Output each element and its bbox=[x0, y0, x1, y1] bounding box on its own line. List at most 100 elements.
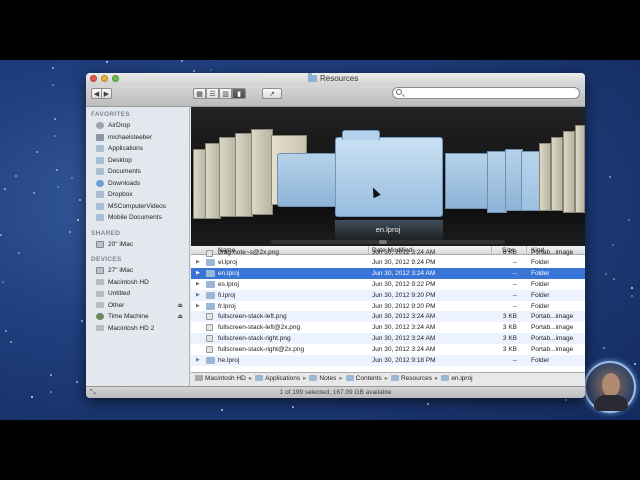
path-segment[interactable]: Resources bbox=[390, 374, 433, 382]
star-decoration bbox=[613, 278, 615, 280]
star-decoration bbox=[106, 61, 108, 63]
sidebar-item[interactable]: 20" iMac bbox=[86, 239, 189, 251]
eject-icon[interactable]: ⏏ bbox=[177, 302, 183, 309]
folder-icon bbox=[96, 202, 104, 210]
folder-icon bbox=[96, 214, 104, 222]
file-date: Jun 30, 2012 3:24 AM bbox=[372, 313, 436, 321]
column-view-button[interactable]: ▥ bbox=[219, 88, 232, 99]
file-size: 3 KB bbox=[502, 313, 517, 321]
path-separator-icon: ▸ bbox=[303, 375, 307, 382]
sidebar-item[interactable]: Untitled bbox=[86, 288, 189, 300]
disclosure-triangle-icon[interactable]: ▶ bbox=[196, 357, 200, 363]
table-row[interactable]: fullscreen-stack-right@2x.png Jun 30, 201… bbox=[191, 344, 585, 355]
path-segment[interactable]: Macintosh HD bbox=[195, 375, 246, 382]
path-segment-label: Resources bbox=[400, 374, 433, 382]
sidebar-item[interactable]: Macintosh HD 2 bbox=[86, 323, 189, 335]
minimize-window-button[interactable] bbox=[101, 75, 108, 82]
sidebar-item[interactable]: Applications bbox=[86, 143, 189, 155]
table-row[interactable]: ▶ fi.lproj Jun 30, 2012 9:20 PM -- Folder bbox=[191, 289, 585, 301]
star-decoration bbox=[210, 69, 212, 71]
folder-icon bbox=[308, 73, 317, 82]
star-decoration bbox=[603, 347, 605, 349]
zoom-window-button[interactable] bbox=[112, 75, 119, 82]
sidebar-item[interactable]: Documents bbox=[86, 166, 189, 178]
table-row[interactable]: ▶ he.lproj Jun 30, 2012 9:18 PM -- Folder bbox=[191, 355, 585, 366]
sidebar-item[interactable]: Other ⏏ bbox=[86, 300, 189, 312]
sidebar-item-label: Time Machine bbox=[108, 313, 149, 321]
file-kind: Folder bbox=[531, 357, 550, 365]
presenter-avatar bbox=[584, 361, 636, 413]
table-row[interactable]: ▶ el.lproj Jun 30, 2012 9:24 PM -- Folder bbox=[191, 257, 585, 268]
icon-view-button[interactable]: ▦ bbox=[193, 88, 206, 99]
path-segment[interactable]: Notes bbox=[309, 375, 336, 382]
image-file-icon bbox=[206, 250, 213, 257]
folder-icon bbox=[255, 375, 264, 381]
star-decoration bbox=[52, 67, 54, 69]
folder-icon bbox=[206, 269, 215, 277]
eject-icon[interactable]: ⏏ bbox=[177, 313, 183, 320]
disclosure-triangle-icon[interactable]: ▶ bbox=[196, 292, 200, 298]
list-view-button[interactable]: ☰ bbox=[206, 88, 219, 99]
file-date: Jun 30, 2012 9:24 PM bbox=[372, 259, 436, 266]
sidebar-item[interactable]: Dropbox bbox=[86, 189, 189, 201]
disclosure-triangle-icon[interactable]: ▶ bbox=[196, 281, 200, 287]
table-row[interactable]: fullscreen-stack-left.png Jun 30, 2012 3:… bbox=[191, 311, 585, 323]
file-name: fr.lproj bbox=[218, 302, 236, 310]
file-list: Name Date Modified Size Kind drag-note~s… bbox=[191, 246, 585, 372]
cover-flow-area[interactable]: en.lproj bbox=[191, 107, 585, 246]
file-date: Jun 30, 2012 9:22 PM bbox=[372, 280, 436, 288]
sidebar-item[interactable]: AirDrop bbox=[86, 120, 189, 132]
sidebar-item[interactable]: Macintosh HD bbox=[86, 277, 189, 289]
path-segment[interactable]: en.lproj bbox=[441, 374, 473, 382]
search-input[interactable] bbox=[392, 87, 580, 99]
disclosure-triangle-icon[interactable]: ▶ bbox=[196, 303, 200, 309]
cover-flow-scrollbar[interactable] bbox=[271, 240, 505, 244]
star-decoration bbox=[4, 188, 6, 190]
file-kind: Portab...image bbox=[531, 335, 574, 343]
table-row[interactable]: fullscreen-stack-left@2x.png Jun 30, 2012… bbox=[191, 322, 585, 333]
table-row[interactable]: drag-note~s@2x.png Jun 30, 2012 3:24 AM … bbox=[191, 249, 585, 257]
share-action-button[interactable]: ↗ bbox=[262, 88, 282, 99]
folder-icon bbox=[345, 375, 354, 381]
sidebar-item[interactable]: Time Machine ⏏ bbox=[86, 311, 189, 323]
star-decoration bbox=[2, 281, 4, 283]
disclosure-triangle-icon[interactable]: ▶ bbox=[196, 259, 200, 265]
scroll-thumb[interactable] bbox=[379, 240, 387, 244]
sidebar-item[interactable]: michaelsteeber bbox=[86, 132, 189, 144]
star-decoration bbox=[50, 374, 52, 376]
sidebar-item[interactable]: MSComputerVideos bbox=[86, 201, 189, 213]
table-row[interactable]: ▶ es.lproj Jun 30, 2012 9:22 PM -- Folder bbox=[191, 279, 585, 290]
file-kind: Portab...image bbox=[531, 249, 574, 256]
sidebar-item-label: Macintosh HD 2 bbox=[108, 324, 155, 332]
path-segment[interactable]: Contents bbox=[345, 375, 382, 382]
title-bar[interactable]: Resources bbox=[86, 73, 585, 85]
sidebar-item[interactable]: Downloads bbox=[86, 178, 189, 190]
sidebar-item[interactable]: 27" iMac bbox=[86, 265, 189, 277]
file-name: he.lproj bbox=[218, 357, 240, 365]
sidebar-item-label: Downloads bbox=[108, 179, 141, 187]
path-segment-label: en.lproj bbox=[451, 374, 473, 382]
cover-flow-view-button[interactable]: ▮ bbox=[232, 88, 246, 99]
table-row[interactable]: ▶ fr.lproj Jun 30, 2012 9:20 PM -- Folder bbox=[191, 301, 585, 312]
file-size: -- bbox=[512, 291, 517, 299]
disclosure-triangle-icon[interactable]: ▶ bbox=[196, 270, 200, 276]
table-row[interactable]: ▶ en.lproj Jun 30, 2012 3:24 AM -- Folder bbox=[191, 267, 585, 279]
path-bar: Macintosh HD ▸ Applications ▸ Notes ▸ Contents… bbox=[191, 372, 585, 383]
file-date: Jun 30, 2012 3:24 AM bbox=[372, 335, 436, 343]
folder-icon bbox=[206, 291, 215, 299]
documents-icon bbox=[96, 168, 104, 176]
star-decoration bbox=[631, 295, 633, 297]
selected-folder-preview[interactable] bbox=[335, 130, 443, 242]
folder-icon bbox=[441, 375, 450, 381]
forward-button[interactable]: ▶ bbox=[101, 88, 112, 99]
file-size: -- bbox=[512, 357, 517, 365]
sidebar-item[interactable]: Mobile Documents bbox=[86, 212, 189, 224]
file-date: Jun 30, 2012 9:20 PM bbox=[372, 291, 436, 299]
file-date: Jun 30, 2012 3:24 AM bbox=[372, 249, 436, 256]
table-row[interactable]: fullscreen-stack-right.png Jun 30, 2012 3… bbox=[191, 333, 585, 345]
star-decoration bbox=[0, 234, 2, 236]
sidebar-item[interactable]: Desktop bbox=[86, 155, 189, 167]
close-window-button[interactable] bbox=[90, 75, 97, 82]
path-segment[interactable]: Applications bbox=[255, 375, 300, 382]
monitor-icon bbox=[96, 267, 104, 275]
